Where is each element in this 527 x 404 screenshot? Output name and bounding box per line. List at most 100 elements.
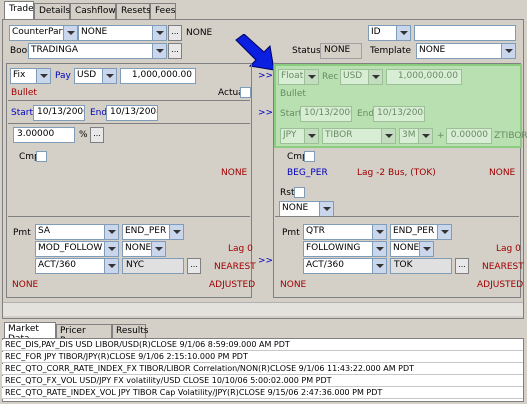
chevron-down-icon xyxy=(36,69,50,83)
template-label: Template xyxy=(370,46,412,56)
right-leg-roll-extra: NONE xyxy=(393,243,420,253)
left-leg-start-date-field[interactable]: 10/13/2006 xyxy=(33,105,85,121)
right-leg-index-ccy-select[interactable]: JPY xyxy=(280,128,319,144)
right-leg-index-select[interactable]: TIBOR xyxy=(322,128,396,144)
template-select[interactable]: NONE xyxy=(416,43,516,59)
chevron-down-icon xyxy=(418,129,432,143)
right-leg-daycount: ACT/360 xyxy=(306,260,344,270)
chevron-down-icon xyxy=(372,259,386,273)
left-leg-daycount: ACT/360 xyxy=(38,260,76,270)
divider xyxy=(275,216,519,217)
chevron-down-icon xyxy=(152,26,166,40)
left-leg-actual-checkbox[interactable] xyxy=(240,87,251,98)
left-leg-notional-field[interactable]: 1,000,000.00 xyxy=(120,68,196,84)
right-leg-rst-label: Rst xyxy=(280,188,295,198)
chevron-down-icon xyxy=(319,202,333,216)
right-leg-end-label: End xyxy=(357,109,375,119)
copy-arrow-button[interactable]: >> xyxy=(258,71,273,81)
right-leg-highlight-area: Float Rec USD 1,000,000.00 Bullet Start … xyxy=(274,64,527,148)
left-leg-currency-select[interactable]: USD xyxy=(74,68,117,84)
tab-details[interactable]: Details xyxy=(34,3,70,19)
copy-arrow-button[interactable]: >> xyxy=(258,256,273,266)
book-select[interactable]: TRADINGA xyxy=(28,43,167,59)
right-leg-tenor: 3M xyxy=(402,130,416,140)
right-leg-bottom-none-label: NONE xyxy=(280,280,307,290)
left-leg-roll-conv-select[interactable]: MOD_FOLLOW xyxy=(35,241,119,257)
id-type-select[interactable]: ID xyxy=(368,25,411,41)
tab-market-data[interactable]: Market Data xyxy=(4,322,56,344)
right-leg-rst-select[interactable]: NONE xyxy=(279,201,334,217)
tab-resets[interactable]: Resets xyxy=(116,3,151,19)
right-leg-adjusted-label: ADJUSTED xyxy=(477,280,524,290)
horizontal-scrollbar[interactable] xyxy=(3,302,523,316)
market-data-row[interactable]: REC_QTO_CORR_RATE_INDEX_FX TIBOR/LIBOR C… xyxy=(2,364,523,375)
right-leg-currency-select[interactable]: USD xyxy=(340,69,383,85)
chevron-down-icon xyxy=(372,242,386,256)
right-leg-daycount-select[interactable]: ACT/360 xyxy=(303,258,387,274)
right-leg-pmt-timing: END_PER xyxy=(393,226,435,236)
left-leg-pmt-timing-select[interactable]: END_PER xyxy=(122,224,184,240)
tab-cashflows[interactable]: Cashflows xyxy=(70,3,120,19)
market-data-row[interactable]: REC_QTO_RATE_INDEX_VOL JPY TIBOR Cap Vol… xyxy=(2,388,523,399)
right-leg-notional-field[interactable]: 1,000,000.00 xyxy=(386,69,462,85)
left-leg-bottom-none-label: NONE xyxy=(12,280,39,290)
chevron-down-icon xyxy=(151,242,165,256)
right-leg-plus-label: + xyxy=(437,131,445,141)
right-leg-calendar-field[interactable]: TOK xyxy=(390,258,452,274)
chevron-down-icon xyxy=(102,69,116,83)
chevron-down-icon xyxy=(104,242,118,256)
right-leg-beg-per-label: BEG_PER xyxy=(287,168,328,178)
left-leg-calendar-field[interactable]: NYC xyxy=(122,258,184,274)
left-leg-type-select[interactable]: Fix xyxy=(10,68,51,84)
left-leg-roll-extra-select[interactable]: NONE xyxy=(122,241,166,257)
market-data-row[interactable]: REC_QTO_FX_VOL USD/JPY FX volatility/USD… xyxy=(2,376,523,387)
tab-fees[interactable]: Fees xyxy=(150,3,176,19)
right-leg-spread-field[interactable]: 0.00000 xyxy=(446,128,492,144)
right-leg-type-select[interactable]: Float xyxy=(278,69,319,85)
right-leg-direction[interactable]: Rec xyxy=(322,72,338,82)
right-leg-calendar-browse-button[interactable]: ... xyxy=(455,258,469,274)
right-leg-tenor-select[interactable]: 3M xyxy=(399,128,433,144)
left-leg-pmt-label: Pmt xyxy=(13,228,31,238)
right-leg-index: TIBOR xyxy=(325,130,353,140)
right-leg-pmt-timing-select[interactable]: END_PER xyxy=(390,224,452,240)
chevron-down-icon xyxy=(437,225,451,239)
counterparty-browse-button[interactable]: ... xyxy=(168,25,182,41)
book-browse-button[interactable]: ... xyxy=(168,43,182,59)
status-field: NONE xyxy=(320,43,362,59)
tab-results[interactable]: Results xyxy=(112,324,149,338)
left-leg-rate-browse-button[interactable]: ... xyxy=(90,127,104,143)
right-leg-rst-checkbox[interactable] xyxy=(294,187,305,198)
left-leg-calendar-browse-button[interactable]: ... xyxy=(187,258,201,274)
id-type-label: ID xyxy=(371,27,381,37)
left-leg-type: Fix xyxy=(13,70,26,80)
right-leg-roll-extra-select[interactable]: NONE xyxy=(390,241,434,257)
left-leg-direction[interactable]: Pay xyxy=(55,71,71,81)
right-leg-currency: USD xyxy=(343,71,363,81)
left-leg-daycount-select[interactable]: ACT/360 xyxy=(35,258,119,274)
left-leg-roll-extra: NONE xyxy=(125,243,152,253)
market-data-row[interactable]: REC_DIS,PAY_DIS USD LIBOR/USD(R)CLOSE 9/… xyxy=(2,340,523,351)
left-leg-roll-conv: MOD_FOLLOW xyxy=(38,243,103,253)
market-data-row[interactable]: REC_FOR JPY TIBOR/JPY(R)CLOSE 9/1/06 2:1… xyxy=(2,352,523,363)
left-leg-rate-field[interactable]: 3.00000 xyxy=(13,127,75,143)
counterparty-type-select[interactable]: CounterParty xyxy=(9,25,78,41)
chevron-down-icon xyxy=(104,259,118,273)
id-field[interactable] xyxy=(414,25,516,41)
left-leg-pmt-freq-select[interactable]: SA xyxy=(35,224,119,240)
right-leg-ztibor-label: ZTIBOR xyxy=(494,131,527,141)
chevron-down-icon xyxy=(104,225,118,239)
right-leg-roll-conv-select[interactable]: FOLLOWING xyxy=(303,241,387,257)
right-leg-end-date-field[interactable]: 10/13/2008 xyxy=(373,106,425,122)
right-leg-start-date-field[interactable]: 10/13/2006 xyxy=(300,106,352,122)
counterparty-select[interactable]: NONE xyxy=(78,25,167,41)
counterparty-display: NONE xyxy=(186,28,213,38)
left-leg-end-date-field[interactable]: 10/13/2008 xyxy=(106,105,158,121)
left-leg-none-label: NONE xyxy=(221,168,248,178)
right-leg-pmt-freq-select[interactable]: QTR xyxy=(303,224,387,240)
tab-trade[interactable]: Trade xyxy=(4,1,34,20)
right-leg-cmp-checkbox[interactable] xyxy=(304,151,315,162)
tab-pricer-params[interactable]: Pricer Params xyxy=(56,324,112,346)
left-leg-cmp-checkbox[interactable] xyxy=(36,151,47,162)
copy-arrow-button[interactable]: >> xyxy=(258,108,273,118)
